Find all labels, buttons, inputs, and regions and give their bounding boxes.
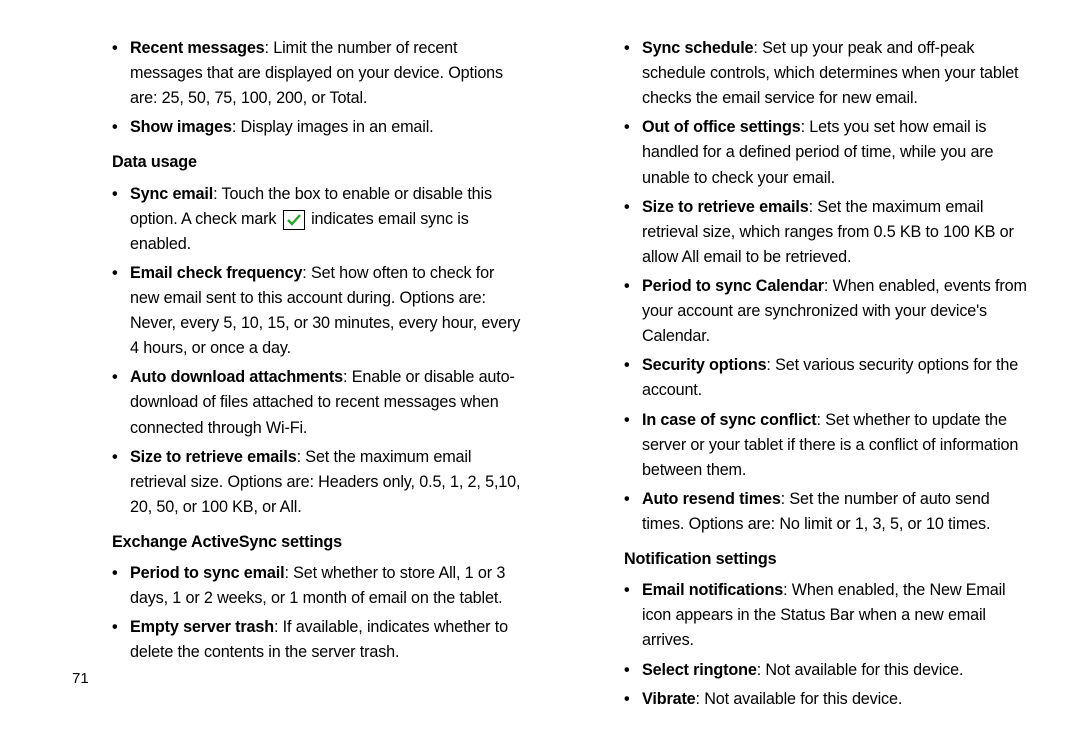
bullet-item: In case of sync conflict: Set whether to…: [624, 408, 1036, 483]
bullet-item: Sync schedule: Set up your peak and off-…: [624, 36, 1036, 111]
bullet-item: Out of office settings: Lets you set how…: [624, 115, 1036, 190]
subsection-heading: Data usage: [112, 150, 524, 175]
item-term: Sync email: [130, 185, 213, 203]
item-term: Security options: [642, 356, 766, 374]
item-term: Auto download attachments: [130, 368, 343, 386]
right-column: Sync schedule: Set up your peak and off-…: [580, 32, 1036, 716]
item-text: : Display images in an email.: [232, 118, 434, 136]
page-number: 71: [72, 670, 89, 687]
item-text: : Not available for this device.: [696, 690, 903, 708]
item-term: Sync schedule: [642, 39, 753, 57]
subsection-heading: Exchange ActiveSync settings: [112, 530, 524, 555]
bullet-item: Size to retrieve emails: Set the maximum…: [112, 445, 524, 520]
bullet-item: Size to retrieve emails: Set the maximum…: [624, 195, 1036, 270]
item-term: Show images: [130, 118, 232, 136]
item-term: Select ringtone: [642, 661, 757, 679]
bullet-item: Auto download attachments: Enable or dis…: [112, 365, 524, 440]
bullet-item: Period to sync Calendar: When enabled, e…: [624, 274, 1036, 349]
item-term: Email notifications: [642, 581, 783, 599]
manual-page: Recent messages: Limit the number of rec…: [0, 0, 1080, 736]
item-term: Auto resend times: [642, 490, 781, 508]
left-column: Recent messages: Limit the number of rec…: [68, 32, 524, 716]
bullet-item: Show images: Display images in an email.: [112, 115, 524, 140]
item-term: In case of sync conflict: [642, 411, 817, 429]
bullet-item: Recent messages: Limit the number of rec…: [112, 36, 524, 111]
bullet-item: Period to sync email: Set whether to sto…: [112, 561, 524, 611]
bullet-item: Vibrate: Not available for this device.: [624, 687, 1036, 712]
bullet-item: Empty server trash: If available, indica…: [112, 615, 524, 665]
bullet-item: Select ringtone: Not available for this …: [624, 658, 1036, 683]
bullet-item: Email check frequency: Set how often to …: [112, 261, 524, 361]
item-term: Email check frequency: [130, 264, 302, 282]
item-term: Period to sync email: [130, 564, 284, 582]
item-text: : Not available for this device.: [757, 661, 964, 679]
bullet-item: Security options: Set various security o…: [624, 353, 1036, 403]
bullet-item: Email notifications: When enabled, the N…: [624, 578, 1036, 653]
item-term: Period to sync Calendar: [642, 277, 824, 295]
item-term: Empty server trash: [130, 618, 274, 636]
item-term: Size to retrieve emails: [642, 198, 809, 216]
item-term: Vibrate: [642, 690, 696, 708]
item-term: Out of office settings: [642, 118, 801, 136]
subsection-heading: Notification settings: [624, 547, 1036, 572]
bullet-item: Sync email: Touch the box to enable or d…: [112, 182, 524, 257]
bullet-item: Auto resend times: Set the number of aut…: [624, 487, 1036, 537]
checkmark-icon: [283, 210, 305, 230]
item-term: Size to retrieve emails: [130, 448, 297, 466]
item-term: Recent messages: [130, 39, 265, 57]
